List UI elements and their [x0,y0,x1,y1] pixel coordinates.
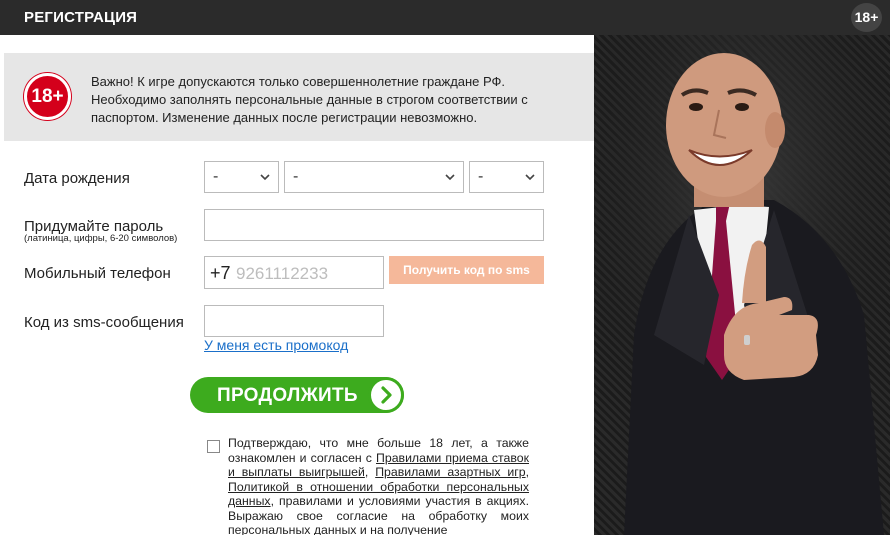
consent-text-4: , правилами и условиями участия в акциях… [228,494,529,535]
dob-day-select[interactable]: - [204,161,279,193]
arrow-right-icon [368,377,404,413]
age-notice-text: Важно! К игре допускаются только соверше… [91,73,561,127]
dob-day-value: - [213,168,219,185]
notice-line-1: Важно! К игре допускаются только соверше… [91,74,506,89]
password-input[interactable] [204,209,544,241]
continue-button[interactable]: ПРОДОЛЖИТЬ [190,377,404,413]
promo-presenter-image [594,35,890,535]
chevron-down-icon [445,174,455,181]
sms-code-label: Код из sms-сообщения [24,314,184,331]
age-18-badge: 18+ [851,3,882,32]
chevron-down-icon [260,174,270,181]
consent-checkbox[interactable] [207,440,220,453]
consent-text: Подтверждаю, что мне больше 18 лет, а та… [228,436,529,535]
header-title: РЕГИСТРАЦИЯ [24,9,138,26]
phone-prefix: +7 [210,263,231,283]
notice-line-2: Необходимо заполнять персональные данные… [91,92,528,107]
password-hint: (латиница, цифры, 6-20 символов) [24,233,178,244]
dob-month-value: - [293,168,299,185]
dob-year-select[interactable]: - [469,161,544,193]
notice-line-3: паспортом. Изменение данных после регист… [91,110,478,125]
sms-code-input[interactable] [204,305,384,337]
dob-label: Дата рождения [24,170,130,187]
consent-text-3: , [525,465,529,479]
consent-text-2: , [364,465,376,479]
age-notice: 18+ Важно! К игре допускаются только сов… [4,53,594,141]
dob-year-value: - [478,168,484,185]
presenter-illustration [594,35,890,535]
dob-month-select[interactable]: - [284,161,464,193]
promo-code-link[interactable]: У меня есть промокод [204,337,348,353]
get-sms-code-button[interactable]: Получить код по sms [389,256,544,284]
continue-button-label: ПРОДОЛЖИТЬ [217,385,358,406]
chevron-down-icon [525,174,535,181]
gambling-rules-link[interactable]: Правилами азартных игр [375,465,525,479]
phone-label: Мобильный телефон [24,265,171,282]
registration-header: РЕГИСТРАЦИЯ 18+ [0,0,890,35]
phone-input[interactable]: +7 9261112233 [204,256,384,289]
phone-placeholder: 9261112233 [236,264,329,283]
age-18-icon: 18+ [24,73,71,120]
registration-form-panel: 18+ Важно! К игре допускаются только сов… [4,35,594,535]
